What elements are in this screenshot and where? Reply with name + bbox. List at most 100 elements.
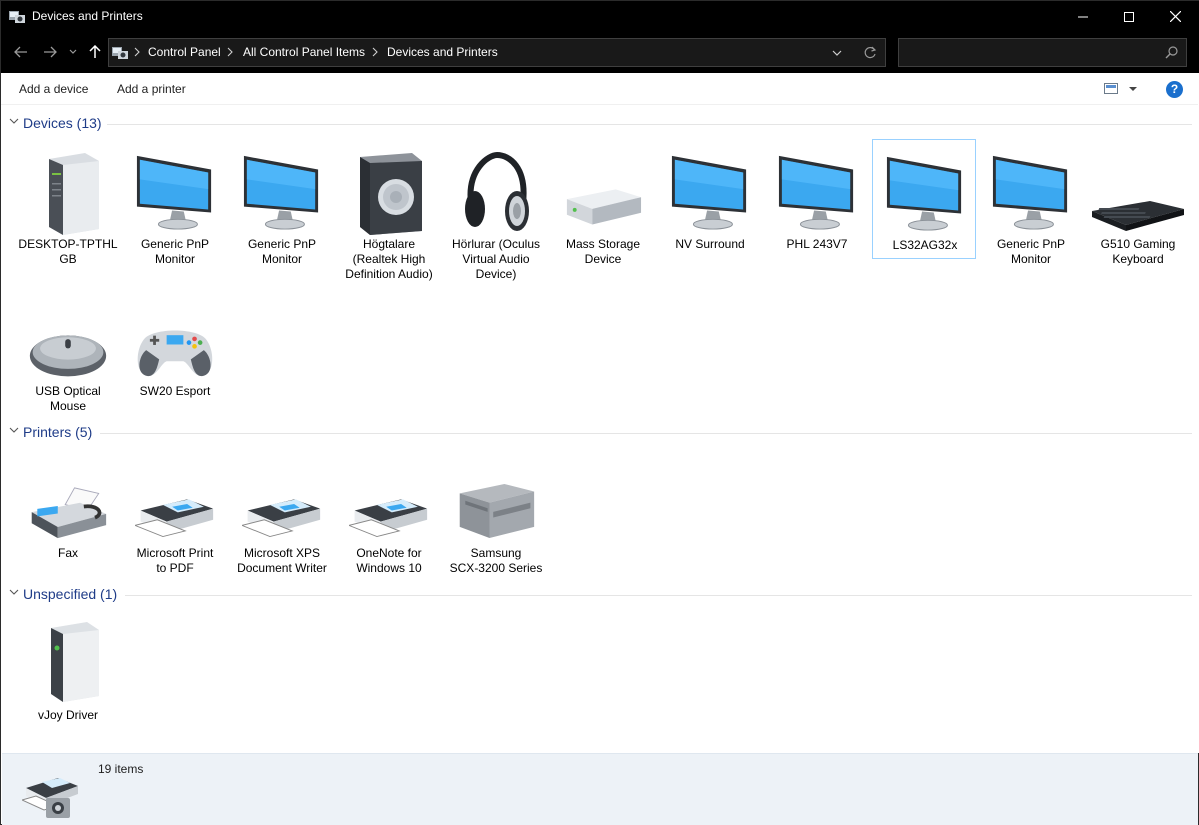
breadcrumb-devices-printers[interactable]: Devices and Printers xyxy=(387,45,498,59)
breadcrumb-all-items[interactable]: All Control Panel Items xyxy=(243,45,365,59)
search-icon xyxy=(1165,46,1178,59)
device-item[interactable]: Hörlurar (Oculus Virtual Audio Device) xyxy=(444,139,548,281)
device-item-selected[interactable]: LS32AG32x xyxy=(872,139,976,259)
devices-and-printers-window: Devices and Printers Control Panel All C… xyxy=(0,0,1199,825)
monitor-icon xyxy=(135,145,215,235)
fax-icon xyxy=(28,454,108,544)
arrow-up-icon xyxy=(89,45,101,58)
chevron-right-icon xyxy=(227,47,233,57)
device-label: SW20 Esport xyxy=(139,384,211,398)
change-view-icon[interactable] xyxy=(1104,83,1118,94)
chevron-right-icon xyxy=(134,47,140,57)
speaker-icon xyxy=(349,145,429,235)
printer-label: Fax xyxy=(57,546,78,560)
recent-locations-button[interactable] xyxy=(65,42,81,62)
device-label: PHL 243V7 xyxy=(786,237,848,251)
printer-label: Samsung SCX-3200 Series xyxy=(449,546,543,575)
headphones-icon xyxy=(456,145,536,235)
chevron-down-icon xyxy=(9,589,19,595)
printer-item[interactable]: Microsoft Print to PDF xyxy=(123,448,227,575)
chevron-down-icon xyxy=(9,427,19,433)
device-item[interactable]: Generic PnP Monitor xyxy=(230,139,334,266)
group-header-printers[interactable]: Printers (5) xyxy=(7,423,1192,443)
maximize-icon xyxy=(1124,11,1134,22)
details-pane: 19 items xyxy=(2,753,1198,825)
device-item[interactable]: Generic PnP Monitor xyxy=(979,139,1083,266)
address-bar[interactable]: Control Panel All Control Panel Items De… xyxy=(108,38,886,67)
refresh-icon[interactable] xyxy=(864,46,877,59)
device-item[interactable]: NV Surround xyxy=(658,139,762,259)
chevron-down-icon xyxy=(69,49,77,54)
printer-icon xyxy=(349,454,429,544)
chevron-right-icon xyxy=(372,47,378,57)
maximize-button[interactable] xyxy=(1106,1,1152,32)
monitor-icon xyxy=(885,146,965,236)
add-printer-button[interactable]: Add a printer xyxy=(117,82,186,96)
laser-printer-icon xyxy=(456,454,536,544)
device-item[interactable]: USB Optical Mouse xyxy=(16,286,120,413)
arrow-left-icon xyxy=(14,46,27,58)
arrow-right-icon xyxy=(44,46,57,58)
command-bar: Add a device Add a printer xyxy=(1,73,1198,105)
close-icon xyxy=(1169,11,1181,22)
forward-button[interactable] xyxy=(40,42,60,62)
device-label: Generic PnP Monitor xyxy=(996,237,1066,266)
item-count: 19 items xyxy=(98,762,144,776)
printer-item[interactable]: OneNote for Windows 10 xyxy=(337,448,441,575)
devices-printers-icon xyxy=(9,11,25,23)
group-header-unspecified[interactable]: Unspecified (1) xyxy=(7,585,1192,605)
device-item[interactable]: G510 Gaming Keyboard xyxy=(1086,139,1190,266)
printer-item[interactable]: Microsoft XPS Document Writer xyxy=(230,448,334,575)
device-label: Generic PnP Monitor xyxy=(140,237,210,266)
printer-icon xyxy=(135,454,215,544)
device-label: Mass Storage Device xyxy=(565,237,641,266)
gamepad-icon xyxy=(135,292,215,382)
monitor-icon xyxy=(777,145,857,235)
device-item[interactable]: SW20 Esport xyxy=(123,286,227,406)
device-item[interactable]: Högtalare (Realtek High Definition Audio… xyxy=(337,139,441,281)
group-label-unspecified: Unspecified (1) xyxy=(23,586,118,602)
printer-label: Microsoft Print to PDF xyxy=(136,546,214,575)
printer-icon xyxy=(242,454,322,544)
up-button[interactable] xyxy=(85,42,105,62)
search-input[interactable] xyxy=(898,38,1187,67)
generic-device-icon xyxy=(28,616,108,706)
printer-item[interactable]: Fax xyxy=(16,448,120,568)
monitor-icon xyxy=(670,145,750,235)
device-label: NV Surround xyxy=(675,237,745,251)
chevron-down-icon[interactable] xyxy=(1129,87,1137,92)
navigation-bar: Control Panel All Control Panel Items De… xyxy=(1,32,1199,73)
device-label: DESKTOP-TPTHL GB xyxy=(18,237,118,266)
device-item[interactable]: Generic PnP Monitor xyxy=(123,139,227,266)
device-label: Generic PnP Monitor xyxy=(247,237,317,266)
group-label-devices: Devices (13) xyxy=(23,115,102,131)
printer-label: Microsoft XPS Document Writer xyxy=(237,546,327,575)
device-label: vJoy Driver xyxy=(37,708,98,722)
device-item[interactable]: DESKTOP-TPTHL GB xyxy=(16,139,120,266)
group-label-printers: Printers (5) xyxy=(23,424,93,440)
group-header-devices[interactable]: Devices (13) xyxy=(7,114,1192,134)
divider xyxy=(125,595,1192,596)
chevron-down-icon[interactable] xyxy=(832,50,842,56)
chevron-down-icon xyxy=(9,118,19,124)
device-label: LS32AG32x xyxy=(892,238,958,252)
printer-label: OneNote for Windows 10 xyxy=(356,546,422,575)
breadcrumb-control-panel[interactable]: Control Panel xyxy=(148,45,221,59)
monitor-icon xyxy=(242,145,322,235)
storage-drive-icon xyxy=(563,145,643,235)
add-device-button[interactable]: Add a device xyxy=(19,82,88,96)
device-label: Hörlurar (Oculus Virtual Audio Device) xyxy=(451,237,541,281)
device-item[interactable]: Mass Storage Device xyxy=(551,139,655,266)
pc-tower-icon xyxy=(28,145,108,235)
device-item[interactable]: PHL 243V7 xyxy=(765,139,869,259)
printer-item[interactable]: Samsung SCX-3200 Series xyxy=(444,448,548,575)
device-item[interactable]: vJoy Driver xyxy=(16,610,120,730)
close-button[interactable] xyxy=(1152,1,1198,32)
minimize-button[interactable] xyxy=(1060,1,1106,32)
title-bar: Devices and Printers xyxy=(1,1,1199,32)
back-button[interactable] xyxy=(11,42,31,62)
devices-printers-icon xyxy=(22,778,78,818)
devices-printers-icon xyxy=(112,47,128,59)
help-button[interactable]: ? xyxy=(1166,81,1183,98)
window-title: Devices and Printers xyxy=(32,9,143,23)
